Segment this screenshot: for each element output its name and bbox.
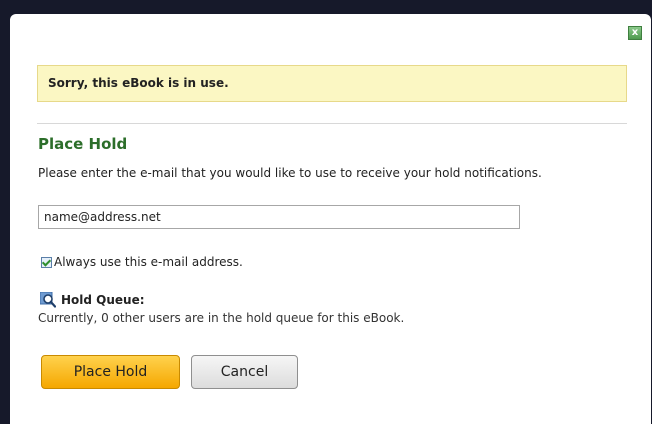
in-use-alert: Sorry, this eBook is in use. (37, 65, 627, 102)
divider (37, 123, 627, 124)
cancel-button[interactable]: Cancel (191, 355, 298, 389)
email-input[interactable] (38, 205, 520, 229)
always-use-email-option[interactable]: Always use this e-mail address. (41, 254, 243, 270)
magnifier-icon (40, 292, 56, 308)
close-icon[interactable]: x (628, 26, 642, 40)
hold-queue-title: Hold Queue: (61, 293, 145, 307)
instructions-text: Please enter the e-mail that you would l… (38, 166, 542, 180)
dialog-title: Place Hold (38, 135, 128, 153)
hold-queue-header: Hold Queue: (40, 292, 145, 308)
always-use-email-checkbox[interactable] (41, 256, 52, 268)
alert-message: Sorry, this eBook is in use. (48, 76, 229, 90)
place-hold-button[interactable]: Place Hold (41, 355, 180, 389)
hold-queue-text: Currently, 0 other users are in the hold… (38, 311, 405, 325)
always-use-email-label: Always use this e-mail address. (54, 255, 243, 269)
place-hold-dialog: x Sorry, this eBook is in use. Place Hol… (10, 14, 651, 424)
